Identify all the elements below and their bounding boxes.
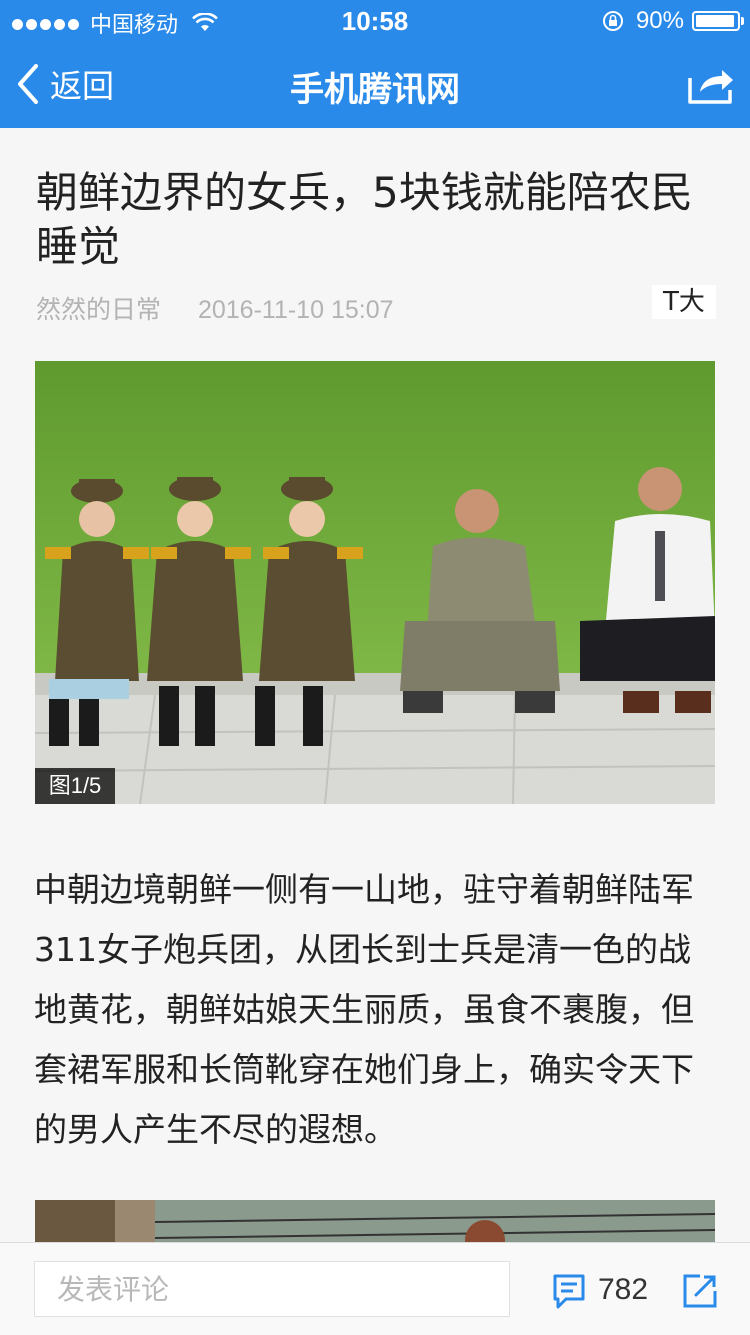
comment-bar: 782 [0, 1242, 750, 1335]
battery-percent: 90% [635, 7, 684, 34]
article-datetime: 2016-11-10 15:07 [197, 296, 394, 324]
article-title: 朝鲜边界的女兵，5块钱就能陪农民睡觉 [36, 168, 693, 271]
photo-illustration [35, 361, 715, 804]
article-content[interactable]: 朝鲜边界的女兵，5块钱就能陪农民睡觉 然然的日常 2016-11-10 15:0… [0, 128, 750, 1242]
font-size-button[interactable]: T大 [652, 285, 716, 319]
photo-2-illustration [35, 1200, 715, 1242]
article-meta: 然然的日常 2016-11-10 15:07 [36, 290, 394, 326]
status-bar: 中国移动 10:58 90% [0, 0, 750, 40]
article-author[interactable]: 然然的日常 [36, 295, 161, 324]
article-photo[interactable]: 图1/5 [35, 361, 715, 804]
rotation-lock-icon [602, 11, 623, 31]
comment-icon[interactable] [552, 1273, 586, 1311]
page-title: 手机腾讯网 [290, 70, 460, 110]
image-counter: 图1/5 [35, 768, 115, 804]
comment-input[interactable] [34, 1261, 510, 1317]
nav-bar: 返回 手机腾讯网 [0, 40, 750, 128]
compose-icon[interactable] [682, 1273, 718, 1309]
battery-icon [692, 11, 744, 31]
article-photo-2[interactable] [35, 1200, 715, 1242]
comment-count[interactable]: 782 [598, 1273, 648, 1307]
status-right: 90% [602, 7, 744, 35]
article-body: 中朝边境朝鲜一侧有一山地，驻守着朝鲜陆军311女子炮兵团，从团长到士兵是清一色的… [34, 870, 694, 1149]
share-icon[interactable] [686, 62, 736, 106]
